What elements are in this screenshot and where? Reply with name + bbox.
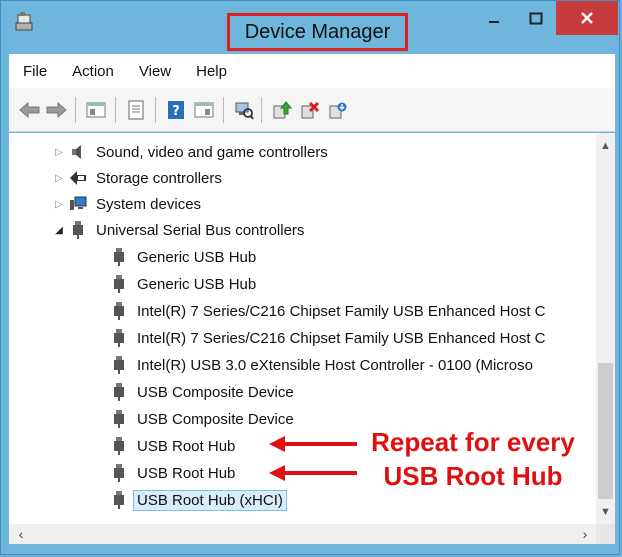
usb-icon — [110, 437, 128, 455]
toolbar: ? — [9, 88, 615, 132]
device-manager-app-icon — [13, 11, 37, 35]
forward-icon[interactable] — [45, 99, 67, 121]
toolbar-separator — [115, 97, 116, 123]
scroll-left-icon[interactable]: ‹ — [11, 524, 31, 544]
tree-item-label: USB Root Hub (xHCI) — [133, 489, 287, 511]
menu-file[interactable]: File — [9, 63, 56, 80]
tree-item-usb-device[interactable]: Intel(R) USB 3.0 eXtensible Host Control… — [110, 352, 533, 378]
usb-icon — [110, 302, 128, 320]
scroll-right-icon[interactable]: › — [575, 524, 595, 544]
properties-window-icon[interactable] — [85, 99, 107, 121]
title-bar[interactable]: Device Manager — [1, 1, 621, 53]
back-icon[interactable] — [19, 99, 41, 121]
usb-icon — [110, 464, 128, 482]
scrollbar-thumb[interactable] — [598, 363, 613, 499]
tree-item-usb-device[interactable]: Intel(R) 7 Series/C216 Chipset Family US… — [110, 325, 546, 351]
tree-item-usb-device[interactable]: Intel(R) 7 Series/C216 Chipset Family US… — [110, 298, 546, 324]
window-title: Device Manager — [244, 20, 391, 43]
close-button[interactable] — [556, 1, 618, 35]
tree-item-label: System devices — [96, 195, 202, 213]
expand-arrow-icon[interactable]: ▷ — [53, 173, 65, 184]
minimize-button[interactable] — [479, 1, 509, 37]
expand-arrow-icon[interactable]: ▷ — [53, 199, 65, 210]
tree-item-label: Intel(R) 7 Series/C216 Chipset Family US… — [137, 302, 546, 320]
title-highlight-box: Device Manager — [227, 13, 408, 51]
tree-item-usb-root-hub[interactable]: USB Root Hub — [110, 433, 235, 459]
tree-item-label: Intel(R) USB 3.0 eXtensible Host Control… — [137, 356, 533, 374]
tree-item-usb-device[interactable]: Generic USB Hub — [110, 271, 256, 297]
menu-view[interactable]: View — [123, 63, 180, 80]
speaker-icon — [69, 143, 87, 161]
tree-item-usb-device[interactable]: Generic USB Hub — [110, 244, 256, 270]
usb-icon — [110, 356, 128, 374]
usb-icon — [110, 248, 128, 266]
annotation-arrows — [269, 436, 357, 481]
help-icon[interactable]: ? — [165, 99, 187, 121]
toolbar-separator — [261, 97, 262, 123]
annotation-text: Repeat for every USB Root Hub — [354, 425, 592, 493]
close-icon — [581, 12, 593, 24]
tree-item-label: USB Root Hub — [137, 464, 236, 482]
usb-icon — [110, 491, 128, 509]
usb-icon — [110, 275, 128, 293]
maximize-icon — [529, 12, 543, 25]
tree-item-label: Storage controllers — [96, 169, 222, 187]
toolbar-separator — [223, 97, 224, 123]
maximize-button[interactable] — [521, 1, 551, 37]
annotation-line-2: USB Root Hub — [383, 461, 563, 491]
tree-item-label: Universal Serial Bus controllers — [96, 221, 305, 239]
tree-category-sound[interactable]: ▷ Sound, video and game controllers — [53, 139, 328, 165]
tree-category-storage[interactable]: ▷ Storage controllers — [53, 165, 222, 191]
svg-text:?: ? — [172, 104, 180, 119]
expand-arrow-icon[interactable]: ▷ — [53, 147, 65, 158]
tree-item-label: USB Composite Device — [137, 383, 294, 401]
properties-icon[interactable] — [125, 99, 147, 121]
menu-help[interactable]: Help — [180, 63, 236, 80]
tree-item-usb-root-hub-xhci[interactable]: USB Root Hub (xHCI) — [110, 487, 287, 513]
tree-item-label: Intel(R) 7 Series/C216 Chipset Family US… — [137, 329, 546, 347]
scroll-up-icon[interactable]: ▲ — [596, 137, 615, 155]
tree-category-system-devices[interactable]: ▷ System devices — [53, 191, 201, 217]
vertical-scrollbar[interactable]: ▲ ▼ — [596, 133, 615, 524]
tree-item-label: Generic USB Hub — [137, 248, 257, 266]
usb-icon — [110, 383, 128, 401]
horizontal-scrollbar[interactable]: ‹ › — [9, 524, 615, 544]
menu-bar: File Action View Help — [9, 54, 615, 88]
tree-item-label: Generic USB Hub — [137, 275, 257, 293]
usb-icon — [110, 329, 128, 347]
toolbar-separator — [75, 97, 76, 123]
device-tree[interactable]: ▷ Sound, video and game controllers ▷ St… — [9, 133, 615, 524]
tree-item-label: USB Composite Device — [137, 410, 294, 428]
scrollbar-corner — [596, 524, 615, 544]
tree-category-usb[interactable]: ◢ Universal Serial Bus controllers — [53, 217, 304, 243]
tree-item-label: USB Root Hub — [137, 437, 236, 455]
tree-item-usb-root-hub[interactable]: USB Root Hub — [110, 460, 235, 486]
usb-icon — [69, 221, 87, 239]
tree-item-label: Sound, video and game controllers — [96, 143, 328, 161]
scroll-down-icon[interactable]: ▼ — [596, 503, 615, 521]
console-tree-icon[interactable] — [193, 99, 215, 121]
storage-icon — [69, 169, 87, 187]
toolbar-separator — [155, 97, 156, 123]
uninstall-device-icon[interactable] — [327, 99, 349, 121]
computer-icon — [69, 195, 87, 213]
usb-icon — [110, 410, 128, 428]
disable-device-icon[interactable] — [299, 99, 321, 121]
annotation-line-1: Repeat for every — [371, 427, 575, 457]
tree-item-usb-device[interactable]: USB Composite Device — [110, 379, 294, 405]
menu-action[interactable]: Action — [56, 63, 123, 80]
device-manager-window: Device Manager File Action View Help ? ▷… — [0, 0, 620, 555]
update-driver-icon[interactable] — [271, 99, 293, 121]
collapse-arrow-icon[interactable]: ◢ — [53, 225, 65, 236]
scan-hardware-icon[interactable] — [233, 99, 255, 121]
minimize-icon — [489, 21, 499, 23]
